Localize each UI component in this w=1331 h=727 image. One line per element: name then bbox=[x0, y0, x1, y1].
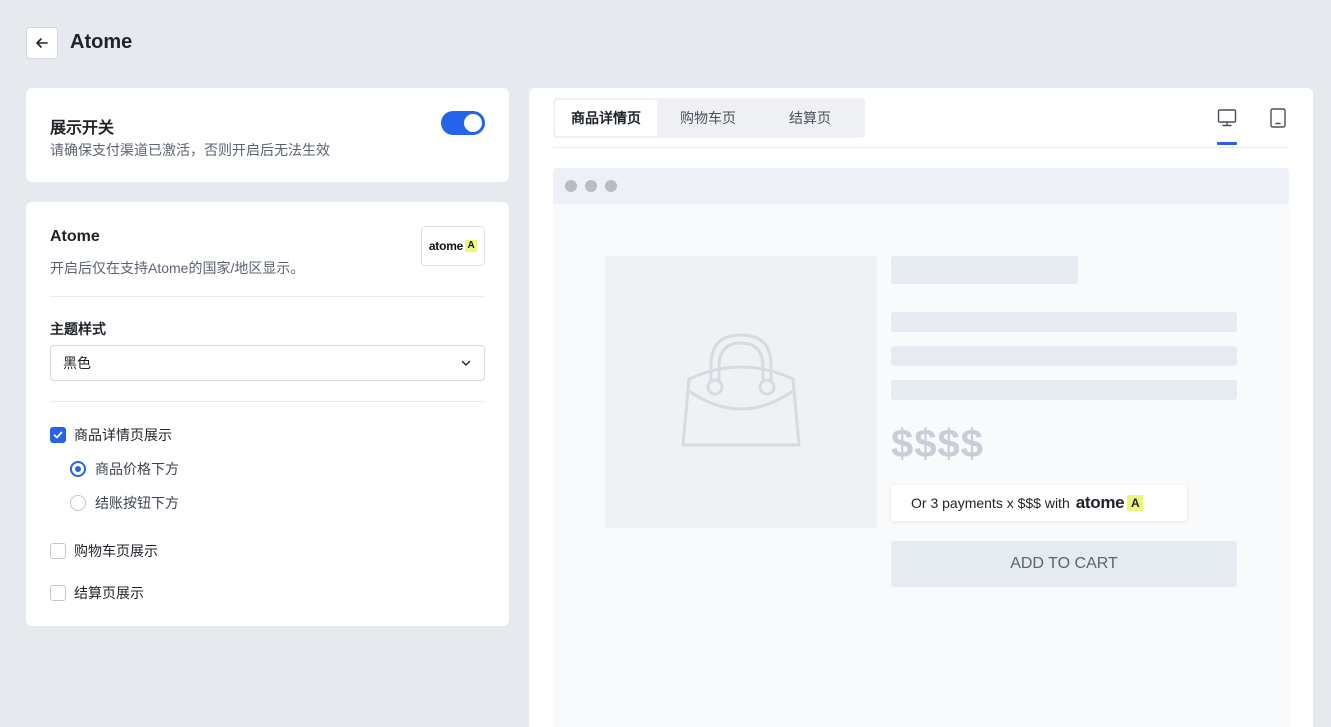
arrow-left-icon bbox=[36, 38, 48, 48]
divider bbox=[553, 147, 1289, 148]
cart-page-checkbox[interactable]: 购物车页展示 bbox=[50, 541, 158, 561]
chevron-down-icon bbox=[461, 360, 471, 366]
atome-brand-mark: A bbox=[1127, 495, 1144, 511]
add-to-cart-button[interactable]: ADD TO CART bbox=[891, 541, 1237, 587]
browser-toolbar bbox=[553, 168, 1289, 204]
checkout-page-checkbox[interactable]: 结算页展示 bbox=[50, 583, 144, 603]
settings-description: 开启后仅在支持Atome的国家/地区显示。 bbox=[50, 260, 305, 276]
radio-unselected-icon bbox=[70, 495, 86, 511]
text-line-placeholder bbox=[891, 380, 1237, 400]
shopping-bag-icon bbox=[681, 333, 801, 447]
divider bbox=[50, 401, 485, 402]
display-toggle-switch[interactable] bbox=[441, 111, 485, 135]
browser-mockup: $$$$ Or 3 payments x $$$ with atome A AD… bbox=[553, 168, 1289, 727]
preview-tabs: 商品详情页 购物车页 结算页 bbox=[553, 98, 865, 138]
product-page-label: 商品详情页展示 bbox=[74, 427, 172, 443]
position-radio-below-checkout[interactable]: 结账按钮下方 bbox=[70, 493, 179, 513]
checkbox-checked-icon bbox=[50, 427, 66, 443]
window-dot-icon bbox=[565, 180, 577, 192]
theme-style-label: 主题样式 bbox=[50, 321, 106, 337]
settings-title: Atome bbox=[50, 228, 100, 245]
text-line-placeholder bbox=[891, 312, 1237, 332]
display-toggle-title: 展示开关 bbox=[50, 120, 115, 137]
installment-text: Or 3 payments x $$$ with bbox=[911, 495, 1070, 511]
tab-cart[interactable]: 购物车页 bbox=[657, 100, 759, 136]
atome-logo-mark: A bbox=[465, 240, 478, 252]
preview-card: 商品详情页 购物车页 结算页 $$$$ Or 3 payments x $$$ … bbox=[529, 88, 1313, 727]
price-placeholder: $$$$ bbox=[891, 422, 984, 466]
window-dot-icon bbox=[585, 180, 597, 192]
atome-logo-text: atome bbox=[428, 239, 464, 253]
position-radio-below-price[interactable]: 商品价格下方 bbox=[70, 459, 179, 479]
position-below-checkout-label: 结账按钮下方 bbox=[95, 495, 179, 511]
atome-brand-text: atome bbox=[1075, 493, 1125, 512]
theme-style-select[interactable]: 黑色 bbox=[50, 345, 485, 381]
mobile-icon[interactable] bbox=[1269, 108, 1287, 133]
tab-product-detail[interactable]: 商品详情页 bbox=[555, 100, 657, 136]
theme-style-value: 黑色 bbox=[63, 355, 91, 371]
window-dot-icon bbox=[605, 180, 617, 192]
cart-page-label: 购物车页展示 bbox=[74, 543, 158, 559]
display-toggle-card: 展示开关 请确保支付渠道已激活，否则开启后无法生效 bbox=[26, 88, 509, 182]
divider bbox=[50, 296, 485, 297]
tab-checkout[interactable]: 结算页 bbox=[759, 100, 861, 136]
atome-settings-card: Atome 开启后仅在支持Atome的国家/地区显示。 atome A 主题样式… bbox=[26, 202, 509, 626]
title-placeholder bbox=[891, 256, 1078, 284]
checkbox-unchecked-icon bbox=[50, 543, 66, 559]
text-line-placeholder bbox=[891, 346, 1237, 366]
display-toggle-description: 请确保支付渠道已激活，否则开启后无法生效 bbox=[50, 142, 330, 158]
position-below-price-label: 商品价格下方 bbox=[95, 461, 179, 477]
product-page-checkbox[interactable]: 商品详情页展示 bbox=[50, 425, 172, 445]
product-image-placeholder bbox=[605, 256, 877, 528]
active-device-indicator bbox=[1217, 142, 1237, 145]
checkout-page-label: 结算页展示 bbox=[74, 585, 144, 601]
page-title: Atome bbox=[70, 31, 133, 53]
radio-selected-icon bbox=[70, 461, 86, 477]
atome-logo: atome A bbox=[421, 226, 485, 266]
checkbox-unchecked-icon bbox=[50, 585, 66, 601]
desktop-icon[interactable] bbox=[1217, 108, 1237, 133]
back-button[interactable] bbox=[26, 27, 58, 59]
atome-installment-widget[interactable]: Or 3 payments x $$$ with atome A bbox=[891, 485, 1187, 521]
